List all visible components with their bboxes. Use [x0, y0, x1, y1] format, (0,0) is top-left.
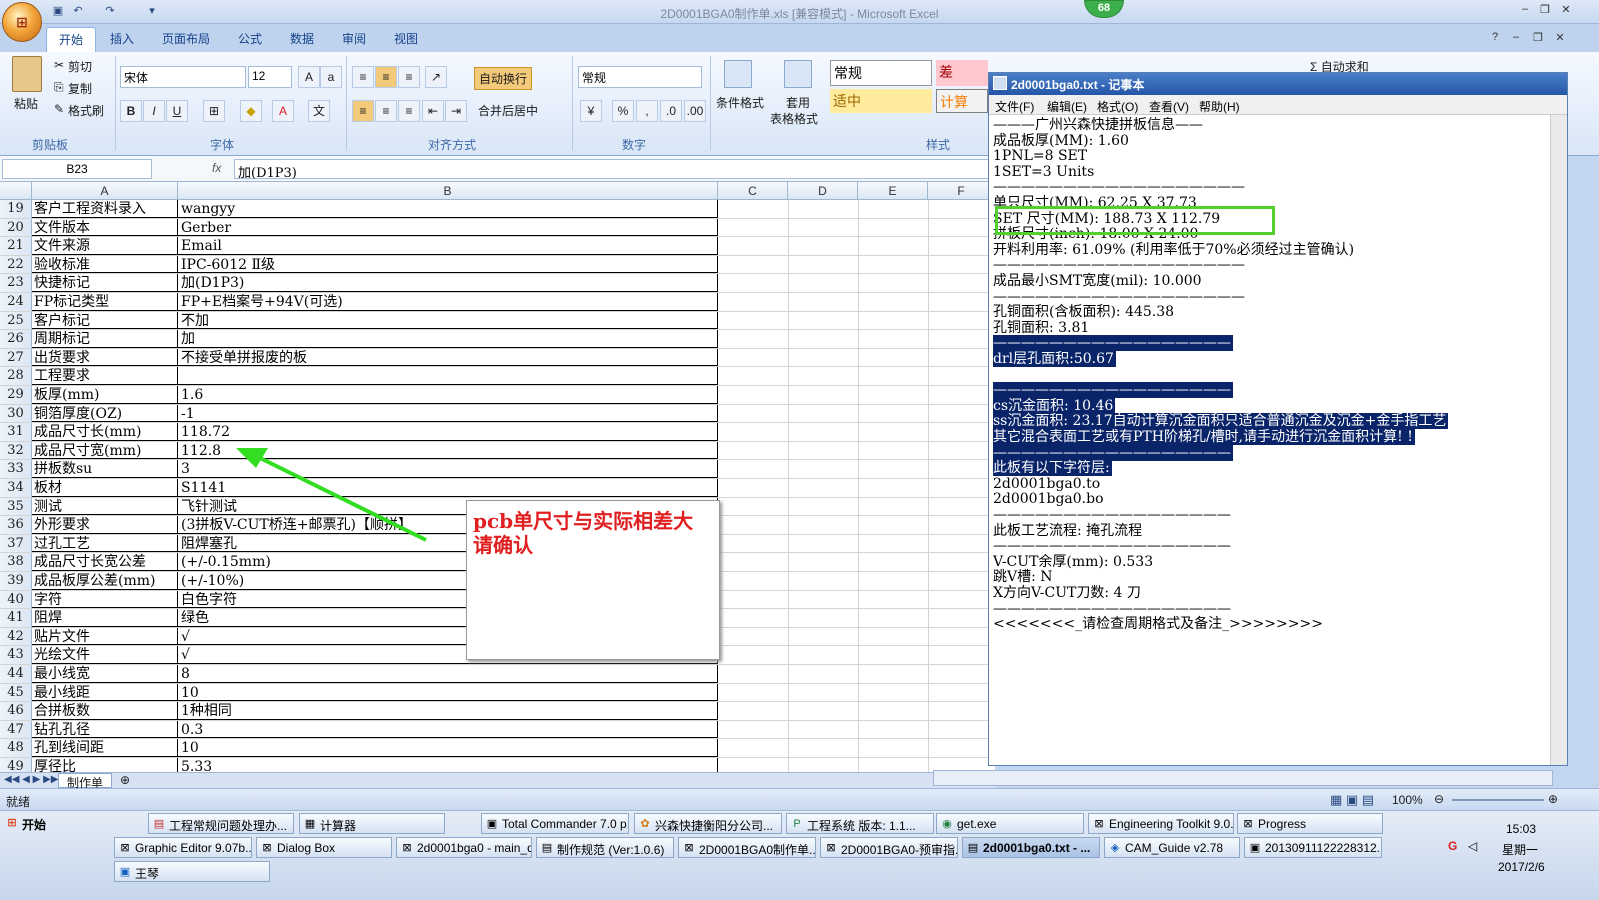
- taskbar-item-label: Total Commander 7.0 p...: [502, 817, 629, 831]
- volume-icon[interactable]: ◁: [1468, 839, 1477, 853]
- tray-weekday[interactable]: 星期一: [1502, 841, 1538, 858]
- taskbar-item-active[interactable]: ▤ 2d0001bga0.txt - ...: [962, 837, 1100, 858]
- taskbar-item-label: Progress: [1258, 817, 1307, 831]
- taskbar-item[interactable]: ▣ 20130911122228312...: [1244, 837, 1382, 858]
- taskbar-item-label: 工程系统 版本: 1.1...: [807, 819, 916, 833]
- taskbar-item-label: 2d0001bga0.txt - ...: [983, 841, 1091, 855]
- taskbar-item-label: 2d0001bga0 - main_qa: [417, 841, 532, 855]
- taskbar-item[interactable]: ✿ 兴森快捷衡阳分公司...: [634, 813, 782, 834]
- annotation-arrow: [255, 454, 427, 542]
- office-button[interactable]: ⊞: [2, 2, 42, 42]
- start-label: 开始: [22, 818, 47, 832]
- taskbar-item-label: CAM_Guide v2.78: [1125, 841, 1224, 855]
- taskbar-item-label: Graphic Editor 9.07b...: [135, 841, 252, 855]
- taskbar-item[interactable]: ▤ 制作规范 (Ver:1.0.6): [536, 837, 674, 858]
- tray-time[interactable]: 15:03: [1506, 822, 1536, 836]
- taskbar: ⊞ 开始 ▤ 工程常规问题处理办... ▦ 计算器 ▣ Total Commander …: [0, 810, 1599, 900]
- taskbar-item-label: get.exe: [957, 817, 997, 831]
- taskbar-item[interactable]: ▣ Total Commander 7.0 p...: [481, 813, 629, 834]
- taskbar-item[interactable]: ▣ 王琴: [114, 861, 270, 882]
- taskbar-item-label: 王琴: [135, 867, 160, 881]
- taskbar-item-label: 20130911122228312...: [1265, 841, 1382, 855]
- taskbar-item-label: 工程常规问题处理办...: [169, 819, 288, 833]
- taskbar-item-label: Engineering Toolkit 9.0...: [1109, 817, 1234, 831]
- taskbar-item[interactable]: P 工程系统 版本: 1.1...: [786, 813, 934, 834]
- taskbar-item[interactable]: ⊠ Dialog Box: [256, 837, 392, 858]
- taskbar-item[interactable]: ◈ CAM_Guide v2.78: [1104, 837, 1240, 858]
- taskbar-item-label: 2D0001BGA0-预审指...: [841, 843, 958, 857]
- taskbar-item[interactable]: ▤ 工程常规问题处理办...: [148, 813, 294, 834]
- taskbar-item-label: 兴森快捷衡阳分公司...: [655, 819, 774, 833]
- taskbar-item-label: Dialog Box: [277, 841, 336, 855]
- start-button[interactable]: ⊞ 开始: [2, 813, 52, 834]
- taskbar-item[interactable]: ⊠ Progress: [1237, 813, 1383, 834]
- taskbar-item[interactable]: ⊠ Graphic Editor 9.07b...: [114, 837, 252, 858]
- taskbar-item-label: 2D0001BGA0制作单...: [699, 843, 816, 857]
- tray-g-icon[interactable]: G: [1448, 839, 1457, 853]
- tray-date[interactable]: 2017/2/6: [1498, 860, 1545, 874]
- taskbar-item[interactable]: ⊠ 2D0001BGA0制作单...: [678, 837, 816, 858]
- taskbar-item[interactable]: ⊠ 2D0001BGA0-预审指...: [820, 837, 958, 858]
- taskbar-item[interactable]: ◉ get.exe: [936, 813, 1084, 834]
- taskbar-item-label: 制作规范 (Ver:1.0.6): [557, 843, 665, 857]
- annotation-arrow-layer: [236, 448, 427, 542]
- taskbar-item[interactable]: ⊠ 2d0001bga0 - main_qa: [396, 837, 532, 858]
- taskbar-item[interactable]: ⊠ Engineering Toolkit 9.0...: [1088, 813, 1234, 834]
- taskbar-item[interactable]: ▦ 计算器: [299, 813, 445, 834]
- taskbar-item-label: 计算器: [320, 819, 357, 833]
